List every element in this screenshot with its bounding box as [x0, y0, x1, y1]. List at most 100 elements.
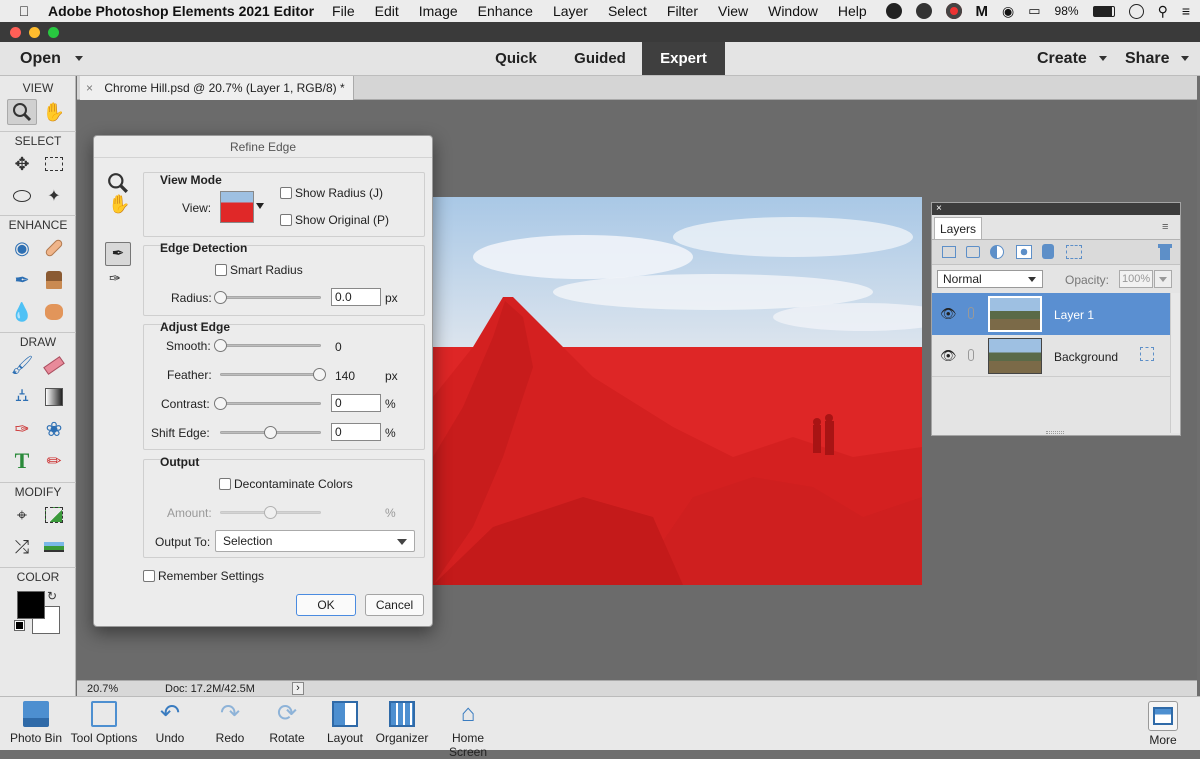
zoom-window-icon[interactable]	[48, 27, 59, 38]
output-to-select[interactable]: Selection	[215, 530, 415, 552]
opacity-dropdown[interactable]	[1154, 270, 1172, 288]
layers-tab[interactable]: Layers	[934, 217, 982, 239]
tool-options-button[interactable]: Tool Options	[68, 701, 140, 745]
tab-expert[interactable]: Expert	[642, 42, 725, 75]
menu-select[interactable]: Select	[608, 3, 647, 19]
show-original-checkbox[interactable]: Show Original (P)	[280, 213, 389, 227]
organizer-button[interactable]: Organizer	[375, 701, 429, 745]
radius-value-field[interactable]: 0.0	[331, 288, 381, 306]
type-tool-icon[interactable]: T	[7, 448, 37, 474]
slider-knob[interactable]	[263, 426, 277, 439]
checkbox-box[interactable]	[280, 214, 292, 226]
zoom-level[interactable]: 20.7%	[87, 683, 118, 695]
shift-edge-slider[interactable]	[220, 426, 321, 439]
tab-guided[interactable]: Guided	[560, 42, 640, 75]
layout-button[interactable]: Layout	[322, 701, 368, 745]
paint-bucket-icon[interactable]: ⛼	[7, 384, 37, 410]
chevron-down-icon[interactable]	[256, 203, 264, 209]
control-center-icon[interactable]: ≡	[1182, 3, 1190, 19]
contrast-slider[interactable]	[214, 397, 321, 410]
gradient-tool-icon[interactable]	[39, 384, 69, 410]
menu-file[interactable]: File	[332, 3, 355, 19]
panel-menu-icon[interactable]: ≡	[1162, 221, 1168, 233]
radius-slider[interactable]	[214, 291, 321, 304]
menu-layer[interactable]: Layer	[553, 3, 588, 19]
link-icon[interactable]	[968, 307, 974, 319]
lock-layer-icon[interactable]	[1042, 244, 1054, 259]
move-tool-icon[interactable]: ✥	[7, 151, 37, 177]
shift-edge-value-field[interactable]: 0	[331, 423, 381, 441]
layer-row-layer-1[interactable]: 👁 Layer 1	[932, 293, 1170, 335]
lock-transparency-icon[interactable]	[1066, 245, 1082, 259]
battery-icon[interactable]	[1092, 5, 1115, 17]
decontaminate-colors-checkbox[interactable]: Decontaminate Colors	[219, 477, 353, 491]
cancel-button[interactable]: Cancel	[365, 594, 424, 616]
app-name-menu[interactable]: Adobe Photoshop Elements 2021 Editor	[48, 3, 314, 19]
close-document-icon[interactable]: ×	[86, 81, 93, 95]
blur-tool-icon[interactable]: 💧	[7, 299, 37, 325]
clone-stamp-icon[interactable]	[39, 267, 69, 293]
photo-bin-button[interactable]: Photo Bin	[6, 701, 66, 745]
checkbox-box[interactable]	[280, 187, 292, 199]
smart-brush-icon[interactable]: ✒	[7, 267, 37, 293]
hand-tool-icon[interactable]: ✋	[39, 99, 69, 125]
wifi-icon[interactable]: ◉	[1002, 3, 1014, 20]
swap-colors-icon[interactable]: ↻	[47, 589, 57, 603]
hand-tool-icon[interactable]: ✋	[108, 194, 130, 215]
erase-refinements-tool-icon[interactable]: ✑	[109, 270, 121, 287]
show-radius-checkbox[interactable]: Show Radius (J)	[280, 186, 383, 200]
tab-quick[interactable]: Quick	[476, 42, 556, 75]
home-screen-button[interactable]: ⌂ Home Screen	[432, 701, 504, 759]
adjustment-layer-icon[interactable]	[990, 245, 1004, 259]
status-menu-arrow[interactable]: ›	[292, 682, 304, 695]
pencil-tool-icon[interactable]: ✏	[39, 448, 69, 474]
more-panels-button[interactable]	[1148, 701, 1178, 731]
foreground-color-swatch[interactable]	[17, 591, 45, 619]
minimize-window-icon[interactable]	[29, 27, 40, 38]
layer-mask-icon[interactable]	[1016, 245, 1032, 259]
redo-button[interactable]: ↷ Redo	[208, 701, 252, 746]
straighten-tool-icon[interactable]	[39, 534, 69, 560]
trash-icon[interactable]	[1158, 244, 1172, 260]
close-window-icon[interactable]	[10, 27, 21, 38]
smart-radius-checkbox[interactable]: Smart Radius	[215, 263, 303, 277]
eyedropper-icon[interactable]: ✑	[7, 416, 37, 442]
opacity-field[interactable]: 100%	[1119, 270, 1153, 288]
red-eye-tool-icon[interactable]: ◉	[7, 235, 37, 261]
image-canvas[interactable]	[433, 197, 922, 585]
link-icon[interactable]	[968, 349, 974, 361]
slider-knob[interactable]	[214, 397, 227, 410]
eraser-tool-icon[interactable]	[39, 352, 69, 378]
create-menu-button[interactable]: Create	[1037, 50, 1107, 68]
share-menu-button[interactable]: Share	[1125, 50, 1190, 68]
menu-enhance[interactable]: Enhance	[478, 3, 533, 19]
malwarebytes-icon[interactable]: M	[976, 3, 989, 20]
menu-view[interactable]: View	[718, 3, 748, 19]
checkbox-box[interactable]	[215, 264, 227, 276]
apple-icon[interactable]: 	[0, 3, 48, 19]
undo-button[interactable]: ↶ Undo	[148, 701, 192, 746]
marquee-tool-icon[interactable]	[39, 151, 69, 177]
menu-filter[interactable]: Filter	[667, 3, 698, 19]
recompose-tool-icon[interactable]	[39, 502, 69, 528]
slider-knob[interactable]	[214, 339, 227, 352]
magic-wand-tool-icon[interactable]: ✦	[39, 183, 69, 209]
spot-healing-brush-icon[interactable]	[39, 235, 69, 261]
zoom-tool-icon[interactable]	[7, 99, 37, 125]
vpn-shield-icon[interactable]	[915, 3, 932, 19]
checkmark-shield-icon[interactable]	[885, 3, 902, 19]
content-aware-move-icon[interactable]: ⤮	[7, 534, 37, 560]
ok-button[interactable]: OK	[296, 594, 356, 616]
refine-radius-tool-icon[interactable]: ✒	[105, 242, 131, 266]
custom-shape-icon[interactable]: ❀	[39, 416, 69, 442]
blend-mode-select[interactable]: Normal	[937, 270, 1043, 288]
slider-knob[interactable]	[313, 368, 326, 381]
lasso-tool-icon[interactable]	[7, 183, 37, 209]
slider-knob[interactable]	[214, 291, 227, 304]
brush-tool-icon[interactable]: 🖌	[7, 352, 37, 378]
eye-icon[interactable]: 👁	[940, 306, 957, 322]
panel-close-icon[interactable]: ×	[932, 203, 1180, 215]
checkbox-box[interactable]	[143, 570, 155, 582]
open-menu-button[interactable]: Open	[20, 50, 83, 68]
checkbox-box[interactable]	[219, 478, 231, 490]
